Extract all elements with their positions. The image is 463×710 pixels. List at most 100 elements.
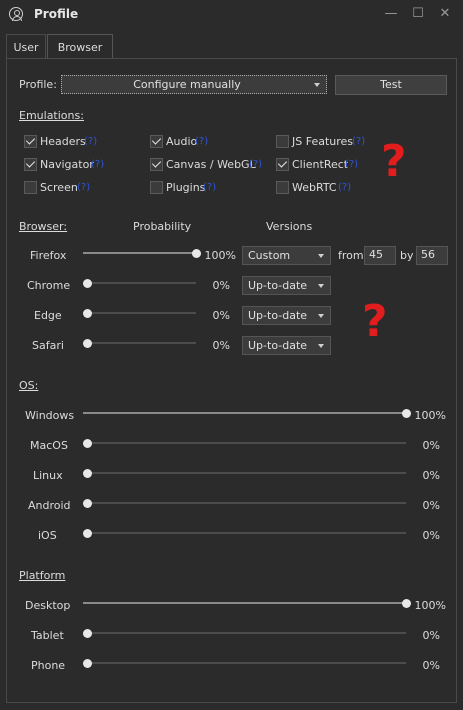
browser-heading: Browser: — [19, 220, 68, 233]
tab-user[interactable]: User — [6, 34, 46, 59]
phone-label: Phone — [31, 659, 66, 672]
android-label: Android — [28, 499, 71, 512]
minimize-button[interactable]: — — [383, 6, 399, 22]
clientrect-checkbox[interactable] — [276, 158, 289, 171]
clientrect-help-link[interactable]: (?) — [345, 159, 358, 170]
macos-label: MacOS — [30, 439, 68, 452]
tablet-percent: 0% — [422, 629, 440, 642]
macos-percent: 0% — [422, 439, 440, 452]
android-slider[interactable] — [83, 499, 406, 508]
js-features-checkbox[interactable] — [276, 135, 289, 148]
chrome-version-value: Up-to-date — [248, 279, 308, 292]
navigator-label: Navigator — [40, 158, 94, 171]
slider-handle[interactable] — [83, 279, 92, 288]
firefox-from-input[interactable]: 45 — [364, 246, 396, 265]
chevron-down-icon — [318, 313, 324, 318]
firefox-version-select[interactable]: Custom — [242, 246, 331, 265]
slider-handle[interactable] — [83, 339, 92, 348]
plugins-checkbox[interactable] — [150, 181, 163, 194]
safari-probability-slider[interactable] — [83, 339, 196, 348]
screen-checkbox[interactable] — [24, 181, 37, 194]
slider-handle[interactable] — [83, 629, 92, 638]
probability-column-header: Probability — [133, 220, 192, 233]
navigator-help-link[interactable]: (?) — [91, 159, 104, 170]
from-label: from — [338, 249, 364, 262]
firefox-probability-slider[interactable] — [83, 249, 201, 258]
headers-label: Headers — [40, 135, 86, 148]
js-features-help-link[interactable]: (?) — [352, 136, 365, 147]
slider-handle[interactable] — [83, 309, 92, 318]
slider-handle[interactable] — [83, 659, 92, 668]
firefox-version-value: Custom — [248, 249, 291, 262]
macos-slider[interactable] — [83, 439, 406, 448]
chrome-percent: 0% — [212, 279, 230, 292]
test-button[interactable]: Test — [335, 75, 447, 95]
slider-handle[interactable] — [83, 529, 92, 538]
edge-probability-slider[interactable] — [83, 309, 196, 318]
annotation-question-mark: ? — [381, 136, 407, 187]
webrtc-label: WebRTC — [292, 181, 337, 194]
chevron-down-icon — [318, 253, 324, 258]
phone-percent: 0% — [422, 659, 440, 672]
edge-version-select[interactable]: Up-to-date — [242, 306, 331, 325]
safari-label: Safari — [32, 339, 64, 352]
canvas-webgl-checkbox[interactable] — [150, 158, 163, 171]
windows-slider[interactable] — [83, 409, 411, 418]
plugins-label: Plugins — [166, 181, 206, 194]
plugins-help-link[interactable]: (?) — [203, 182, 216, 193]
screen-help-link[interactable]: (?) — [77, 182, 90, 193]
profile-select-value: Configure manually — [133, 78, 241, 91]
screen-label: Screen — [40, 181, 78, 194]
desktop-label: Desktop — [25, 599, 71, 612]
audio-checkbox[interactable] — [150, 135, 163, 148]
close-button[interactable]: ✕ — [437, 6, 453, 22]
maximize-button[interactable]: ☐ — [410, 6, 426, 22]
linux-slider[interactable] — [83, 469, 406, 478]
headers-checkbox[interactable] — [24, 135, 37, 148]
navigator-checkbox[interactable] — [24, 158, 37, 171]
webrtc-checkbox[interactable] — [276, 181, 289, 194]
webrtc-help-link[interactable]: (?) — [338, 182, 351, 193]
chevron-down-icon — [318, 283, 324, 288]
tab-browser[interactable]: Browser — [47, 34, 113, 59]
headers-help-link[interactable]: (?) — [84, 136, 97, 147]
safari-version-select[interactable]: Up-to-date — [242, 336, 331, 355]
slider-fill — [83, 602, 406, 604]
os-heading: OS: — [19, 379, 39, 392]
chevron-down-icon — [314, 82, 320, 87]
safari-percent: 0% — [212, 339, 230, 352]
edge-label: Edge — [34, 309, 62, 322]
windows-percent: 100% — [414, 409, 446, 422]
tablet-slider[interactable] — [83, 629, 406, 638]
chrome-version-select[interactable]: Up-to-date — [242, 276, 331, 295]
canvas-webgl-label: Canvas / WebGL — [166, 158, 256, 171]
by-label: by — [400, 249, 414, 262]
desktop-percent: 100% — [414, 599, 446, 612]
emulations-heading: Emulations: — [19, 109, 84, 122]
firefox-label: Firefox — [30, 249, 67, 262]
chrome-probability-slider[interactable] — [83, 279, 196, 288]
window-title: Profile — [34, 7, 79, 21]
profile-label: Profile: — [19, 78, 57, 91]
slider-handle[interactable] — [83, 439, 92, 448]
firefox-by-input[interactable]: 56 — [416, 246, 448, 265]
tablet-label: Tablet — [31, 629, 64, 642]
slider-handle[interactable] — [83, 469, 92, 478]
profile-select[interactable]: Configure manually — [61, 75, 327, 94]
edge-version-value: Up-to-date — [248, 309, 308, 322]
edge-percent: 0% — [212, 309, 230, 322]
audio-help-link[interactable]: (?) — [195, 136, 208, 147]
clientrect-label: ClientRect — [292, 158, 349, 171]
versions-column-header: Versions — [266, 220, 313, 233]
desktop-slider[interactable] — [83, 599, 411, 608]
canvas-webgl-help-link[interactable]: (?) — [249, 159, 262, 170]
chevron-down-icon — [318, 343, 324, 348]
ios-slider[interactable] — [83, 529, 406, 538]
linux-percent: 0% — [422, 469, 440, 482]
ios-label: iOS — [38, 529, 57, 542]
phone-slider[interactable] — [83, 659, 406, 668]
firefox-percent: 100% — [204, 249, 236, 262]
title-bar: Profile — ☐ ✕ — [0, 0, 463, 30]
slider-handle[interactable] — [83, 499, 92, 508]
js-features-label: JS Features — [292, 135, 354, 148]
